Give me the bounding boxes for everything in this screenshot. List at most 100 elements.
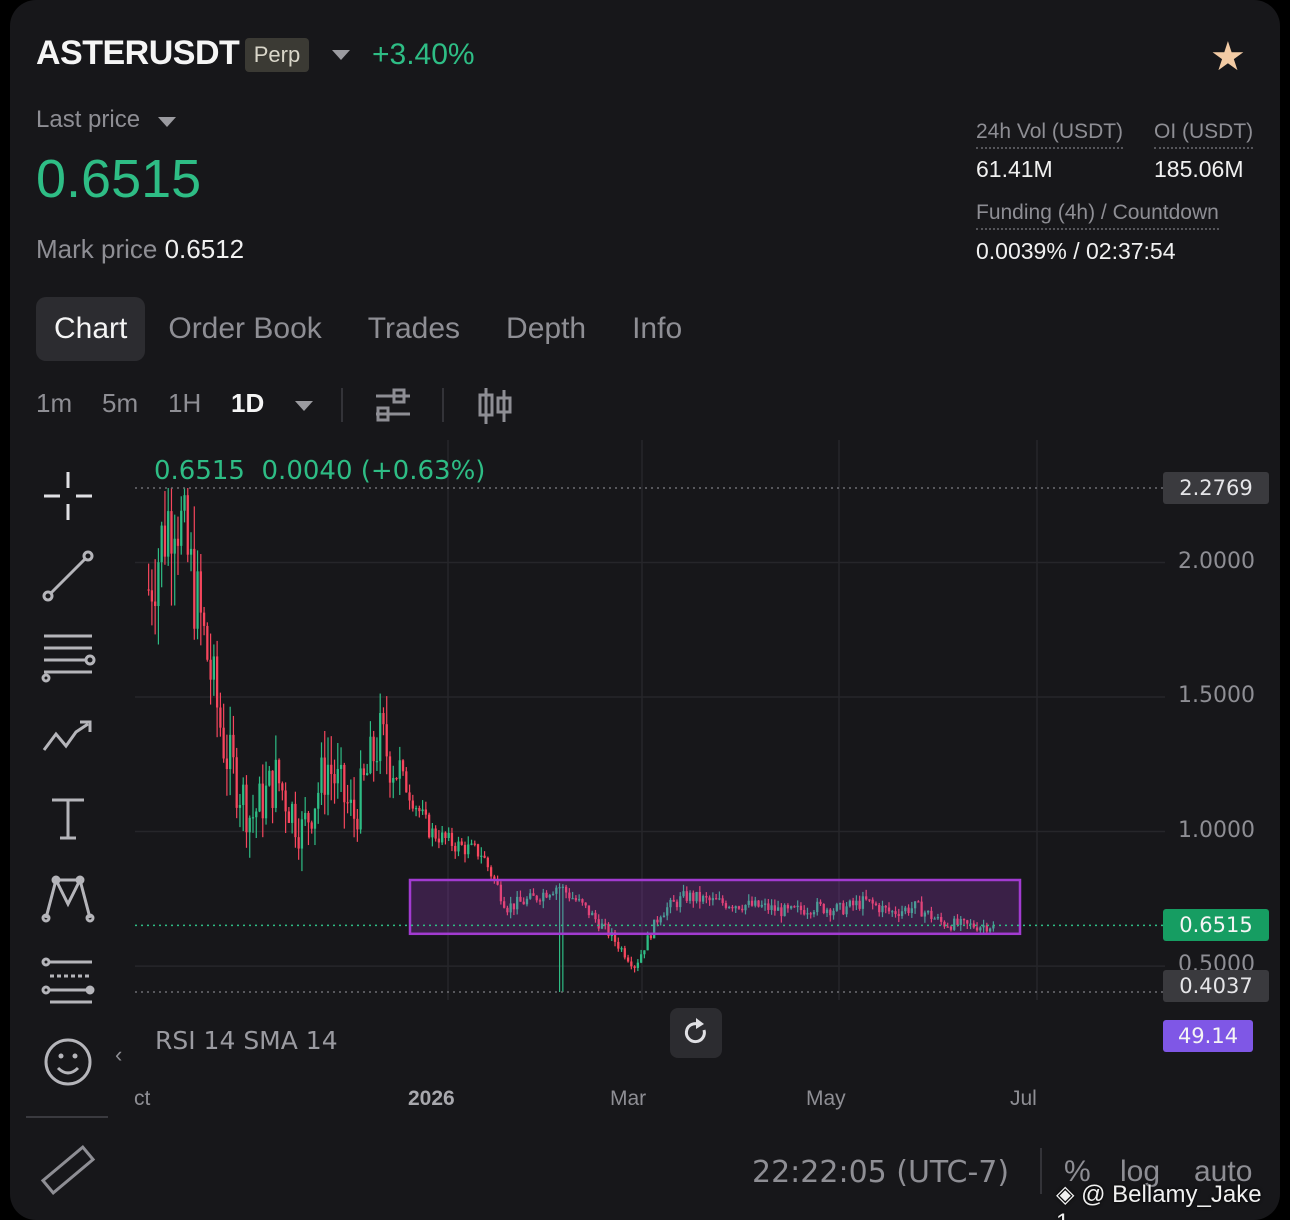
tab-depth[interactable]: Depth xyxy=(483,297,609,361)
candle xyxy=(167,488,170,566)
toolbar-divider xyxy=(442,388,444,422)
ruler-measure-icon[interactable] xyxy=(38,1142,98,1202)
crosshair-icon[interactable] xyxy=(40,468,96,524)
candlestick-type-icon[interactable] xyxy=(476,386,514,426)
tab-trades[interactable]: Trades xyxy=(345,297,483,361)
fib-retracement-icon[interactable] xyxy=(40,952,96,1008)
timeframe-dropdown-chevron-icon[interactable] xyxy=(295,401,313,411)
candle xyxy=(411,794,414,812)
candle-body xyxy=(242,784,245,805)
price-chart[interactable] xyxy=(135,440,1165,1010)
collapse-toolbar-chevron-icon[interactable]: ‹ xyxy=(115,1042,122,1068)
toolbar-divider xyxy=(26,1116,108,1118)
binance-logo-icon: ◈ xyxy=(1056,1181,1075,1208)
candle-body xyxy=(454,845,457,852)
candle xyxy=(261,764,264,838)
candle-body xyxy=(633,966,636,968)
tab-info[interactable]: Info xyxy=(609,297,705,361)
last-price-chevron-icon[interactable] xyxy=(158,117,176,127)
candle xyxy=(437,830,441,849)
symbol-dropdown-chevron-icon[interactable] xyxy=(332,50,350,60)
candle-body xyxy=(418,808,421,812)
candle xyxy=(317,782,320,824)
candle xyxy=(268,766,271,787)
timeframe-1d[interactable]: 1D xyxy=(231,388,264,419)
candle-body xyxy=(163,525,167,557)
candle-body xyxy=(620,948,623,950)
candle xyxy=(258,776,261,813)
candle xyxy=(277,758,281,792)
candle-body xyxy=(183,495,186,511)
candle-body xyxy=(209,659,212,680)
favorite-star-icon[interactable]: ★ xyxy=(1210,34,1246,80)
candle-body xyxy=(401,760,405,772)
rsi-label[interactable]: RSI 14 SMA 14 xyxy=(155,1026,338,1055)
candle-body xyxy=(235,757,238,808)
volume-label[interactable]: 24h Vol (USDT) xyxy=(976,120,1124,149)
candle-body xyxy=(617,941,620,949)
candle-body xyxy=(229,734,232,770)
candle-body xyxy=(307,812,310,823)
candle-body xyxy=(189,548,193,555)
candle-body xyxy=(232,734,235,758)
candle xyxy=(473,840,476,847)
horizontal-lines-icon[interactable] xyxy=(40,628,96,684)
candle-body xyxy=(649,935,653,939)
tab-chart[interactable]: Chart xyxy=(36,297,146,361)
text-tool-icon[interactable] xyxy=(40,790,96,846)
candle-body xyxy=(310,822,313,829)
timeframe-5m[interactable]: 5m xyxy=(102,388,138,419)
candle-body xyxy=(346,802,349,804)
candle-body xyxy=(271,770,274,808)
candle-body xyxy=(238,804,242,808)
pattern-tool-icon[interactable] xyxy=(40,870,96,926)
trend-line-icon[interactable] xyxy=(40,548,96,604)
candle xyxy=(264,761,268,825)
candle-body xyxy=(281,783,284,791)
polyline-icon[interactable] xyxy=(40,708,96,764)
reset-chart-button[interactable] xyxy=(670,1008,722,1058)
candle xyxy=(176,516,180,575)
candle-body xyxy=(219,707,222,728)
candle xyxy=(339,747,343,793)
candle xyxy=(486,856,489,872)
candle xyxy=(173,514,176,606)
candle-body xyxy=(157,562,160,607)
volume-value: 61.41M xyxy=(976,156,1053,182)
candle-body xyxy=(411,800,414,809)
legend-price: 0.6515 xyxy=(154,456,245,486)
indicators-settings-icon[interactable] xyxy=(374,386,412,424)
timeframe-1h[interactable]: 1H xyxy=(168,388,201,419)
candle xyxy=(196,550,199,640)
funding-label[interactable]: Funding (4h) / Countdown xyxy=(976,201,1219,230)
tab-order-book[interactable]: Order Book xyxy=(145,297,344,361)
toolbar-divider xyxy=(341,388,343,422)
candle xyxy=(163,491,167,565)
candle-body xyxy=(268,770,271,786)
candle-body xyxy=(626,957,630,962)
candle xyxy=(304,797,307,827)
candle-body xyxy=(193,548,196,629)
candle xyxy=(297,818,300,860)
candle-body xyxy=(202,612,206,626)
refresh-icon xyxy=(684,1018,706,1044)
candle xyxy=(362,763,366,781)
emoji-sticker-icon[interactable] xyxy=(40,1034,96,1090)
candle-body xyxy=(336,768,339,784)
candle xyxy=(183,488,186,523)
candle xyxy=(212,644,216,696)
candle-body xyxy=(297,837,300,849)
candle xyxy=(251,794,255,833)
price-tick-label: 1.0000 xyxy=(1178,817,1255,843)
candle xyxy=(418,805,421,818)
last-price-label[interactable]: Last price xyxy=(36,106,140,134)
candle-body xyxy=(424,809,428,815)
symbol-title[interactable]: ASTERUSDT xyxy=(36,34,240,73)
timeframe-1m[interactable]: 1m xyxy=(36,388,72,419)
candle-body xyxy=(639,954,643,963)
candle xyxy=(424,801,428,819)
candle xyxy=(405,767,408,793)
candle-body xyxy=(326,764,330,795)
candle-body xyxy=(473,843,476,845)
open-interest-label[interactable]: OI (USDT) xyxy=(1154,120,1254,149)
